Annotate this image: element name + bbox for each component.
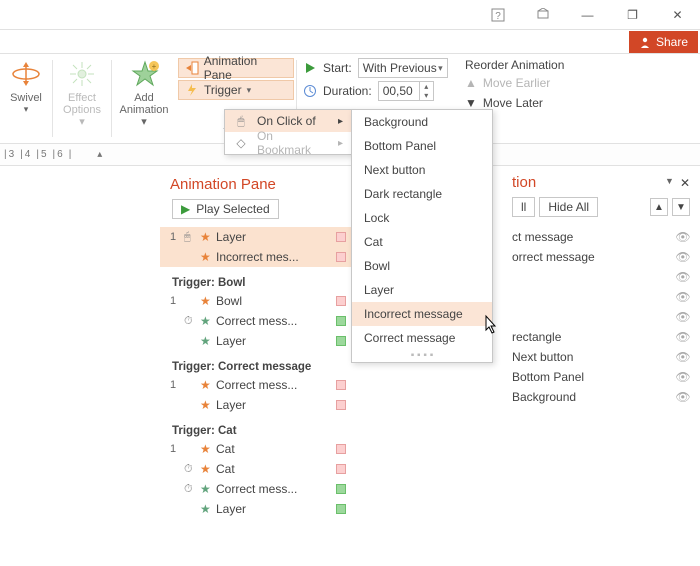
bookmark-icon: ◇ bbox=[233, 136, 249, 150]
share-button[interactable]: Share bbox=[629, 31, 698, 53]
obj-next-button[interactable]: Next button bbox=[352, 158, 492, 182]
obj-bowl[interactable]: Bowl bbox=[352, 254, 492, 278]
obj-dark-rectangle[interactable]: Dark rectangle bbox=[352, 182, 492, 206]
sel-item[interactable]: 👁 bbox=[512, 307, 692, 327]
obj-layer[interactable]: Layer bbox=[352, 278, 492, 302]
animation-pane: Animation Pane ▶Play Selected 1🖱★ Layer … bbox=[160, 166, 360, 519]
pane-menu-icon[interactable]: ▼ bbox=[665, 176, 674, 190]
effect-options-label: EffectOptions ▾ bbox=[59, 92, 105, 128]
sel-item[interactable]: Background👁 bbox=[512, 387, 692, 407]
obj-bottom-panel[interactable]: Bottom Panel bbox=[352, 134, 492, 158]
pane-collapse-icon[interactable]: ▴ bbox=[97, 149, 102, 160]
trigger-header-bowl: Trigger: Bowl bbox=[160, 267, 360, 291]
obj-background[interactable]: Background bbox=[352, 110, 492, 134]
restore-button[interactable]: ❐ bbox=[610, 1, 655, 29]
move-down-button[interactable]: ▼ bbox=[672, 198, 690, 216]
swivel-icon bbox=[10, 58, 42, 90]
obj-lock[interactable]: Lock bbox=[352, 206, 492, 230]
effect-swivel[interactable]: Swivel ▾ bbox=[0, 54, 52, 143]
sel-item[interactable]: Bottom Panel👁 bbox=[512, 367, 692, 387]
start-icon bbox=[303, 61, 317, 75]
add-animation-label: AddAnimation ▾ bbox=[118, 92, 170, 128]
duration-icon bbox=[303, 84, 317, 98]
share-label: Share bbox=[656, 35, 688, 49]
show-all-button[interactable]: ll bbox=[512, 197, 535, 217]
swivel-label: Swivel bbox=[10, 92, 42, 104]
sel-item[interactable]: rectangle👁 bbox=[512, 327, 692, 347]
trigger-icon bbox=[185, 83, 199, 97]
ribbon-tabs-row: Share bbox=[0, 30, 700, 54]
start-label: Start: bbox=[323, 61, 352, 75]
sel-item[interactable]: 👁 bbox=[512, 287, 692, 307]
pane-close-icon[interactable]: ✕ bbox=[680, 176, 690, 190]
sel-item[interactable]: ct message👁 bbox=[512, 227, 692, 247]
help-button[interactable]: ? bbox=[475, 1, 520, 29]
trigger-header-correct: Trigger: Correct message bbox=[160, 351, 360, 375]
visibility-icon[interactable]: 👁 bbox=[674, 310, 692, 324]
sel-item[interactable]: 👁 bbox=[512, 267, 692, 287]
submenu-on-bookmark: ◇ On Bookmark ▸ bbox=[225, 132, 351, 154]
window-titlebar: ? — ❐ ✕ bbox=[0, 0, 700, 30]
selection-pane: tion ▼ ✕ ll Hide All ▲ ▼ ct message👁 orr… bbox=[496, 166, 696, 407]
sel-item[interactable]: Next button👁 bbox=[512, 347, 692, 367]
animation-pane-button[interactable]: Animation Pane bbox=[178, 58, 294, 78]
share-icon bbox=[639, 36, 651, 48]
anim-row-cat-3[interactable]: ⏱★ Correct mess... bbox=[160, 479, 360, 499]
start-combo[interactable]: With Previous ▾ bbox=[358, 58, 448, 78]
effect-options: EffectOptions ▾ bbox=[53, 54, 111, 143]
visibility-icon[interactable]: 👁 bbox=[674, 350, 692, 364]
anim-row-bowl-3[interactable]: ★ Layer bbox=[160, 331, 360, 351]
duration-label: Duration: bbox=[323, 84, 372, 98]
obj-incorrect-message[interactable]: Incorrect message bbox=[352, 302, 492, 326]
hide-all-button[interactable]: Hide All bbox=[539, 197, 598, 217]
ribbon-options-button[interactable] bbox=[520, 1, 565, 29]
visibility-icon[interactable]: 👁 bbox=[674, 330, 692, 344]
anim-row-bowl-1[interactable]: 1★ Bowl bbox=[160, 291, 360, 311]
visibility-icon[interactable]: 👁 bbox=[674, 290, 692, 304]
play-selected-button[interactable]: ▶Play Selected bbox=[172, 199, 279, 219]
add-animation-icon: + bbox=[128, 58, 160, 90]
object-menu: Background Bottom Panel Next button Dark… bbox=[351, 109, 493, 363]
add-animation[interactable]: + AddAnimation ▾ bbox=[112, 54, 176, 143]
visibility-icon[interactable]: 👁 bbox=[674, 250, 692, 264]
obj-cat[interactable]: Cat bbox=[352, 230, 492, 254]
trigger-header-cat: Trigger: Cat bbox=[160, 415, 360, 439]
duration-spinner[interactable]: 00,50 ▴▾ bbox=[378, 81, 434, 101]
visibility-icon[interactable]: 👁 bbox=[674, 390, 692, 404]
visibility-icon[interactable]: 👁 bbox=[674, 230, 692, 244]
move-earlier: ▲Move Earlier bbox=[465, 74, 564, 92]
svg-text:?: ? bbox=[495, 11, 501, 22]
svg-text:+: + bbox=[152, 62, 157, 71]
anim-row-correct-2[interactable]: ★ Layer bbox=[160, 395, 360, 415]
minimize-button[interactable]: — bbox=[565, 1, 610, 29]
anim-row-layer-1[interactable]: 1🖱★ Layer bbox=[160, 227, 360, 247]
visibility-icon[interactable]: 👁 bbox=[674, 370, 692, 384]
anim-row-incorrect[interactable]: ★ Incorrect mes... bbox=[160, 247, 360, 267]
anim-row-bowl-2[interactable]: ⏱★ Correct mess... bbox=[160, 311, 360, 331]
anim-row-correct-1[interactable]: 1★ Correct mess... bbox=[160, 375, 360, 395]
anim-row-cat-4[interactable]: ★ Layer bbox=[160, 499, 360, 519]
animation-pane-icon bbox=[185, 61, 199, 75]
effect-options-icon bbox=[66, 58, 98, 90]
anim-row-cat-1[interactable]: 1★ Cat bbox=[160, 439, 360, 459]
sel-item[interactable]: orrect message👁 bbox=[512, 247, 692, 267]
reorder-header: Reorder Animation bbox=[465, 58, 564, 72]
trigger-submenu: 🖱 On Click of ▸ ◇ On Bookmark ▸ bbox=[224, 109, 352, 155]
close-button[interactable]: ✕ bbox=[655, 1, 700, 29]
click-icon: 🖱 bbox=[233, 114, 249, 129]
trigger-button[interactable]: Trigger ▾ bbox=[178, 80, 294, 100]
obj-correct-message[interactable]: Correct message bbox=[352, 326, 492, 350]
visibility-icon[interactable]: 👁 bbox=[674, 270, 692, 284]
selection-pane-title: tion bbox=[512, 174, 536, 191]
anim-row-cat-2[interactable]: ⏱★ Cat bbox=[160, 459, 360, 479]
move-up-button[interactable]: ▲ bbox=[650, 198, 668, 216]
animation-pane-title: Animation Pane bbox=[170, 176, 360, 193]
